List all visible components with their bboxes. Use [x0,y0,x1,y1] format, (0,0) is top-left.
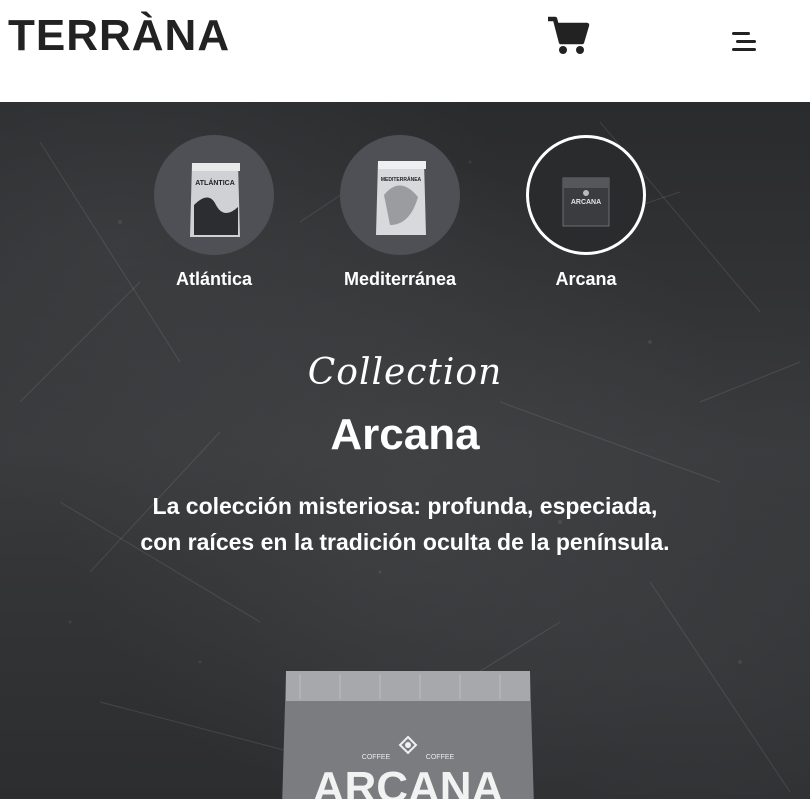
collection-title: Arcana [330,410,480,459]
svg-text:ARCANA: ARCANA [571,199,601,206]
collection-hero: ATLÁNTICA Atlántica MEDITERRÁNEA Mediter… [0,102,810,799]
collection-label-mediterranea: Mediterránea [343,269,457,289]
collection-label-arcana: Arcana [555,269,617,289]
svg-text:ATLÁNTICA: ATLÁNTICA [195,178,235,187]
svg-text:COFFEE: COFFEE [426,754,455,761]
svg-text:ARCANA: ARCANA [313,763,504,799]
arcana-thumbnail: ARCANA [526,135,646,255]
collection-tab-mediterranea[interactable]: MEDITERRÁNEA Mediterránea [330,135,470,290]
shopping-cart-icon[interactable] [546,16,590,56]
mediterranea-thumbnail: MEDITERRÁNEA [340,135,460,255]
site-header: TERRÀNA [0,0,810,102]
arcana-product-pack: COFFEE COFFEE ARCANA [280,667,536,799]
description-line-2: con raíces en la tradición oculta de la … [140,529,670,555]
terrana-logo[interactable]: TERRÀNA [8,10,230,62]
description-line-1: La colección misteriosa: profunda, espec… [152,493,658,519]
atlantica-thumbnail: ATLÁNTICA [154,135,274,255]
svg-text:MEDITERRÁNEA: MEDITERRÁNEA [381,176,422,183]
collection-description: La colección misteriosa: profunda, espec… [105,488,705,560]
collection-script-heading: Collection [307,352,503,393]
collection-label-atlantica: Atlántica [175,269,253,289]
hamburger-menu-icon[interactable] [730,30,758,54]
collection-tab-atlantica[interactable]: ATLÁNTICA Atlántica [144,135,284,290]
collection-tab-arcana[interactable]: ARCANA Arcana [516,135,656,290]
svg-text:COFFEE: COFFEE [362,754,391,761]
